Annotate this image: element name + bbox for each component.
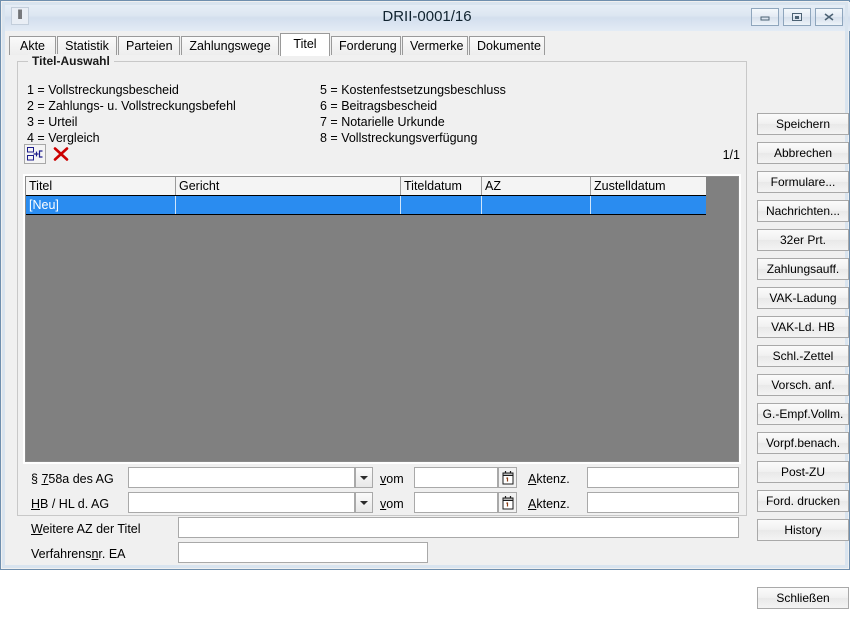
insert-record-button[interactable] xyxy=(24,144,46,164)
date-hb-calendar-button[interactable] xyxy=(498,492,517,513)
main-content: Titel-Auswahl 1 = Vollstreckungsbescheid… xyxy=(9,54,849,609)
date-758a-calendar-button[interactable] xyxy=(498,467,517,488)
date-758a-input[interactable] xyxy=(414,467,498,488)
button-post-zu[interactable]: Post-ZU xyxy=(757,461,849,483)
button-g-empf-vollm[interactable]: G.-Empf.Vollm. xyxy=(757,403,849,425)
titel-detail-form: § 758a des AG vom Aktenz. HB / HL d. AG … xyxy=(23,465,741,563)
grid-toolbar xyxy=(24,144,72,164)
close-button[interactable] xyxy=(815,8,843,26)
button-vorsch-anf[interactable]: Vorsch. anf. xyxy=(757,374,849,396)
legend-item: 5 = Kostenfestsetzungsbeschluss xyxy=(320,83,506,97)
button-history[interactable]: History xyxy=(757,519,849,541)
accel-char: H xyxy=(31,497,41,511)
column-header-titeldatum[interactable]: Titeldatum xyxy=(401,177,482,195)
legend-item: 7 = Notarielle Urkunde xyxy=(320,115,445,129)
label-aktenz-row1: Aktenz. xyxy=(528,472,570,486)
window-title: DRII-0001/16 xyxy=(382,8,472,25)
calendar-icon xyxy=(502,470,513,484)
table-row[interactable]: [Neu] xyxy=(26,196,706,215)
label-hb-hl-d-ag: HB / HL d. AG xyxy=(31,497,110,511)
button-vak-ld-hb[interactable]: VAK-Ld. HB xyxy=(757,316,849,338)
label-vom-row2: vom xyxy=(380,497,404,511)
aktenz-row1-input[interactable] xyxy=(587,467,739,488)
maximize-icon xyxy=(792,13,802,21)
titel-auswahl-group: Titel-Auswahl 1 = Vollstreckungsbescheid… xyxy=(17,54,747,563)
legend-item: 2 = Zahlungs- u. Vollstreckungsbefehl xyxy=(27,99,236,113)
tab-titel[interactable]: Titel xyxy=(280,33,330,56)
button-nachrichten[interactable]: Nachrichten... xyxy=(757,200,849,222)
button-zahlungsauff[interactable]: Zahlungsauff. xyxy=(757,258,849,280)
button-abbrechen[interactable]: Abbrechen xyxy=(757,142,849,164)
button-schl-zettel[interactable]: Schl.-Zettel xyxy=(757,345,849,367)
label-758a-des-ag: § 758a des AG xyxy=(31,472,114,486)
title-bar: ‖ DRII-0001/16 xyxy=(2,2,850,31)
titel-grid: Titel Gericht Titeldatum AZ Zustelldatum… xyxy=(23,174,741,464)
verfahrensnr-ea-input[interactable] xyxy=(178,542,428,563)
page-indicator: 1/1 xyxy=(722,148,740,162)
column-header-az[interactable]: AZ xyxy=(482,177,591,195)
combo-hb-hl-d-ag-input[interactable] xyxy=(128,492,355,513)
label-verfahrensnr-ea: Verfahrensnr. EA xyxy=(31,547,126,561)
tab-zahlungswege[interactable]: Zahlungswege xyxy=(181,36,279,55)
close-icon xyxy=(824,13,834,21)
application-window: ‖ DRII-0001/16 Akte Statistik Parteien Z… xyxy=(0,0,850,609)
label-vom-row1: vom xyxy=(380,472,404,486)
column-header-titel[interactable]: Titel xyxy=(26,177,176,195)
delete-record-icon xyxy=(53,147,69,161)
column-header-zustelldatum[interactable]: Zustelldatum xyxy=(591,177,706,195)
minimize-icon xyxy=(760,16,770,21)
label-aktenz-row2: Aktenz. xyxy=(528,497,570,511)
tab-forderung[interactable]: Forderung xyxy=(331,36,401,55)
button-vak-ladung[interactable]: VAK-Ladung xyxy=(757,287,849,309)
combo-hb-hl-d-ag-dropdown[interactable] xyxy=(355,492,373,513)
action-button-column: Speichern Abbrechen Formulare... Nachric… xyxy=(754,109,850,617)
button-formulare[interactable]: Formulare... xyxy=(757,171,849,193)
window-controls xyxy=(751,8,843,26)
tab-bar: Akte Statistik Parteien Zahlungswege Tit… xyxy=(9,33,843,56)
calendar-icon xyxy=(502,495,513,509)
tab-statistik[interactable]: Statistik xyxy=(57,36,117,55)
cell-titel[interactable]: [Neu] xyxy=(26,196,176,214)
legend-item: 6 = Beitragsbescheid xyxy=(320,99,438,113)
combo-758a-des-ag-dropdown[interactable] xyxy=(355,467,373,488)
tab-parteien[interactable]: Parteien xyxy=(118,36,180,55)
button-schliessen[interactable]: Schließen xyxy=(757,587,849,609)
group-title: Titel-Auswahl xyxy=(28,54,114,68)
button-speichern[interactable]: Speichern xyxy=(757,113,849,135)
button-ford-drucken[interactable]: Ford. drucken xyxy=(757,490,849,512)
cell-zustelldatum[interactable] xyxy=(591,196,706,214)
weitere-az-der-titel-input[interactable] xyxy=(178,517,739,538)
button-32er-prt[interactable]: 32er Prt. xyxy=(757,229,849,251)
cell-az[interactable] xyxy=(482,196,591,214)
cell-titeldatum[interactable] xyxy=(401,196,482,214)
insert-record-icon xyxy=(27,147,43,161)
tab-dokumente[interactable]: Dokumente xyxy=(469,36,545,55)
combo-758a-des-ag-input[interactable] xyxy=(128,467,355,488)
tab-vermerke[interactable]: Vermerke xyxy=(402,36,468,55)
legend-item: 3 = Urteil xyxy=(27,115,78,129)
legend-column-left: 1 = Vollstreckungsbescheid 2 = Zahlungs-… xyxy=(27,82,236,146)
maximize-button[interactable] xyxy=(783,8,811,26)
tab-akte[interactable]: Akte xyxy=(9,36,56,55)
legend-item: 1 = Vollstreckungsbescheid xyxy=(27,83,179,97)
titel-grid-body[interactable]: Titel Gericht Titeldatum AZ Zustelldatum… xyxy=(25,176,739,462)
date-hb-input[interactable] xyxy=(414,492,498,513)
label-weitere-az-der-titel: Weitere AZ der Titel xyxy=(31,522,141,536)
accel-char: W xyxy=(31,522,43,536)
minimize-button[interactable] xyxy=(751,8,779,26)
legend-column-right: 5 = Kostenfestsetzungsbeschluss 6 = Beit… xyxy=(320,82,506,146)
column-header-gericht[interactable]: Gericht xyxy=(176,177,401,195)
grid-header-row: Titel Gericht Titeldatum AZ Zustelldatum xyxy=(26,177,706,196)
legend-item: 8 = Vollstreckungsverfügung xyxy=(320,131,478,145)
delete-record-button[interactable] xyxy=(50,144,72,164)
cell-gericht[interactable] xyxy=(176,196,401,214)
aktenz-row2-input[interactable] xyxy=(587,492,739,513)
button-vorpf-benach[interactable]: Vorpf.benach. xyxy=(757,432,849,454)
